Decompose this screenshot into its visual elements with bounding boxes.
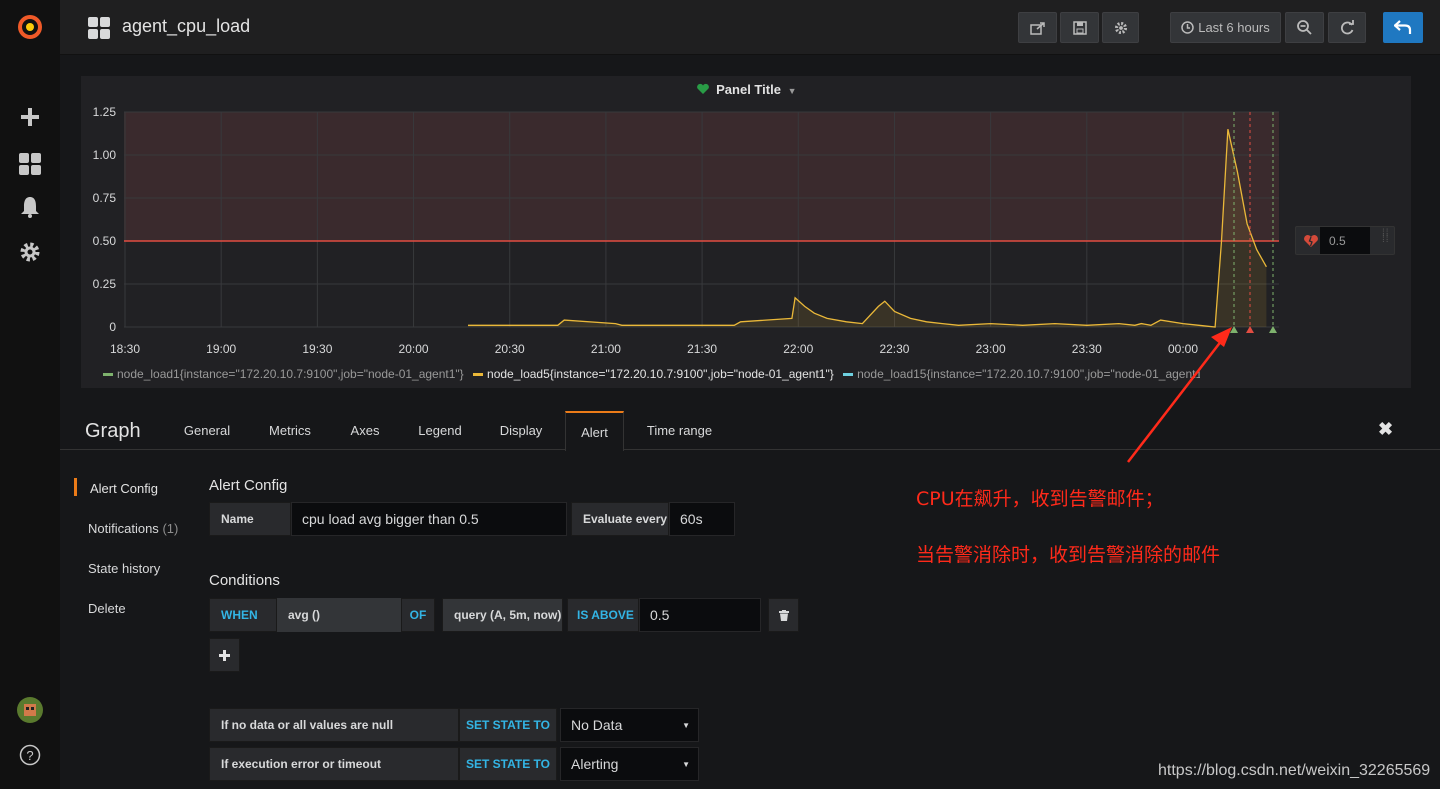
- gear-icon[interactable]: [15, 237, 45, 267]
- legend-item[interactable]: node_load5{instance="172.20.10.7:9100",j…: [473, 367, 834, 381]
- undo-arrow-icon: [1394, 20, 1412, 34]
- conditions-title: Conditions: [209, 572, 280, 589]
- drag-handle-icon[interactable]: ⁞⁞ ⁞⁞: [1382, 229, 1390, 245]
- back-to-dashboard-button[interactable]: [1383, 12, 1423, 43]
- graph-panel: Panel Title ▼: [81, 76, 1411, 388]
- time-range-label: Last 6 hours: [1198, 20, 1270, 35]
- no-data-label: If no data or all values are null: [209, 708, 459, 742]
- evaluate-every-input[interactable]: 60s: [669, 502, 735, 536]
- delete-condition-button[interactable]: [768, 598, 799, 632]
- side-link-delete[interactable]: Delete: [88, 601, 126, 616]
- close-icon[interactable]: ✖: [1378, 419, 1393, 440]
- plus-icon[interactable]: [15, 102, 45, 132]
- legend-label: node_load5{instance="172.20.10.7:9100",j…: [487, 367, 834, 381]
- tab-alert[interactable]: Alert: [565, 411, 624, 451]
- trash-icon: [778, 609, 789, 621]
- caret-down-icon: ▼: [682, 759, 690, 769]
- caret-down-icon: ▼: [682, 720, 690, 730]
- save-button[interactable]: [1060, 12, 1099, 43]
- save-icon: [1072, 20, 1087, 35]
- zoom-out-button[interactable]: [1285, 12, 1324, 43]
- panel-title-text: Panel Title: [716, 82, 781, 97]
- caret-down-icon: ▼: [787, 86, 797, 96]
- legend-swatch: [473, 373, 484, 377]
- plus-icon: [219, 649, 230, 661]
- add-condition-button[interactable]: [209, 638, 240, 672]
- tab-legend[interactable]: Legend: [408, 411, 472, 451]
- of-keyword: OF: [401, 598, 435, 632]
- legend-swatch: [843, 373, 854, 377]
- when-keyword: WHEN: [209, 598, 277, 632]
- exec-error-state-value: Alerting: [571, 756, 619, 772]
- set-state-to-keyword: SET STATE TO: [459, 747, 557, 781]
- exec-error-state-select[interactable]: Alerting ▼: [560, 747, 699, 781]
- legend-swatch: [103, 373, 113, 377]
- reducer-select[interactable]: avg (): [277, 598, 401, 632]
- legend-label: node_load15{instance="172.20.10.7:9100",…: [857, 367, 1200, 381]
- evaluator-select[interactable]: IS ABOVE: [567, 598, 639, 632]
- refresh-icon: [1340, 20, 1354, 35]
- exec-error-label: If execution error or timeout: [209, 747, 459, 781]
- side-link-alert-config[interactable]: Alert Config: [90, 481, 158, 496]
- dashboard-title[interactable]: agent_cpu_load: [122, 16, 250, 37]
- threshold-input[interactable]: 0.5: [639, 598, 761, 632]
- share-icon: [1029, 21, 1045, 35]
- heart-icon: [696, 83, 709, 94]
- top-navbar: agent_cpu_load Last 6 hours: [60, 0, 1440, 55]
- legend-label: node_load1{instance="172.20.10.7:9100",j…: [117, 367, 464, 381]
- legend-item[interactable]: node_load15{instance="172.20.10.7:9100",…: [843, 367, 1200, 381]
- clock-icon: [1181, 21, 1194, 34]
- threshold-value[interactable]: 0.5: [1320, 227, 1370, 254]
- grafana-logo-icon[interactable]: [15, 12, 45, 42]
- side-menu: ?: [0, 0, 60, 789]
- query-select[interactable]: query (A, 5m, now): [442, 598, 563, 632]
- dashboards-icon[interactable]: [15, 149, 45, 179]
- notifications-count: (1): [162, 521, 179, 536]
- tab-display[interactable]: Display: [489, 411, 553, 451]
- help-icon[interactable]: ?: [15, 740, 45, 770]
- zoom-out-icon: [1297, 20, 1312, 35]
- graph-legend: node_load1{instance="172.20.10.7:9100",j…: [103, 367, 1200, 381]
- tab-metrics[interactable]: Metrics: [258, 411, 322, 451]
- no-data-state-select[interactable]: No Data ▼: [560, 708, 699, 742]
- editor-title: Graph: [85, 420, 141, 442]
- tab-time-range[interactable]: Time range: [637, 411, 722, 451]
- side-link-state-history[interactable]: State history: [88, 561, 160, 576]
- watermark: https://blog.csdn.net/weixin_32265569: [1158, 762, 1431, 779]
- set-state-to-keyword: SET STATE TO: [459, 708, 557, 742]
- svg-text:?: ?: [26, 748, 33, 763]
- side-link-notifications[interactable]: Notifications (1): [88, 521, 178, 536]
- refresh-button[interactable]: [1328, 12, 1366, 43]
- gear-icon: [1114, 21, 1127, 34]
- time-picker-button[interactable]: Last 6 hours: [1170, 12, 1281, 43]
- active-indicator: [74, 478, 77, 496]
- notifications-label: Notifications: [88, 521, 159, 536]
- scrollbar[interactable]: [1432, 60, 1438, 789]
- dashboard-grid-icon[interactable]: [88, 17, 110, 44]
- panel-editor-tabs: Graph General Metrics Axes Legend Displa…: [60, 410, 1440, 451]
- legend-item[interactable]: node_load1{instance="172.20.10.7:9100",j…: [103, 367, 464, 381]
- alert-config-title: Alert Config: [209, 477, 288, 494]
- user-avatar[interactable]: [15, 695, 45, 725]
- tab-general[interactable]: General: [175, 411, 239, 451]
- settings-button[interactable]: [1102, 12, 1139, 43]
- annotation-line-1: CPU在飙升，收到告警邮件；: [916, 488, 1164, 510]
- no-data-state-value: No Data: [571, 717, 623, 733]
- broken-heart-icon: [1304, 235, 1318, 247]
- tab-axes[interactable]: Axes: [340, 411, 390, 451]
- name-label: Name: [209, 502, 291, 536]
- bell-icon[interactable]: [15, 192, 45, 222]
- panel-title[interactable]: Panel Title ▼: [81, 82, 1411, 97]
- annotation-line-2: 当告警消除时，收到告警消除的邮件: [916, 544, 1221, 566]
- alert-name-input[interactable]: cpu load avg bigger than 0.5: [291, 502, 567, 536]
- threshold-handle[interactable]: 0.5 ⁞⁞ ⁞⁞: [1295, 226, 1395, 255]
- evaluate-every-label: Evaluate every: [571, 502, 669, 536]
- share-button[interactable]: [1018, 12, 1057, 43]
